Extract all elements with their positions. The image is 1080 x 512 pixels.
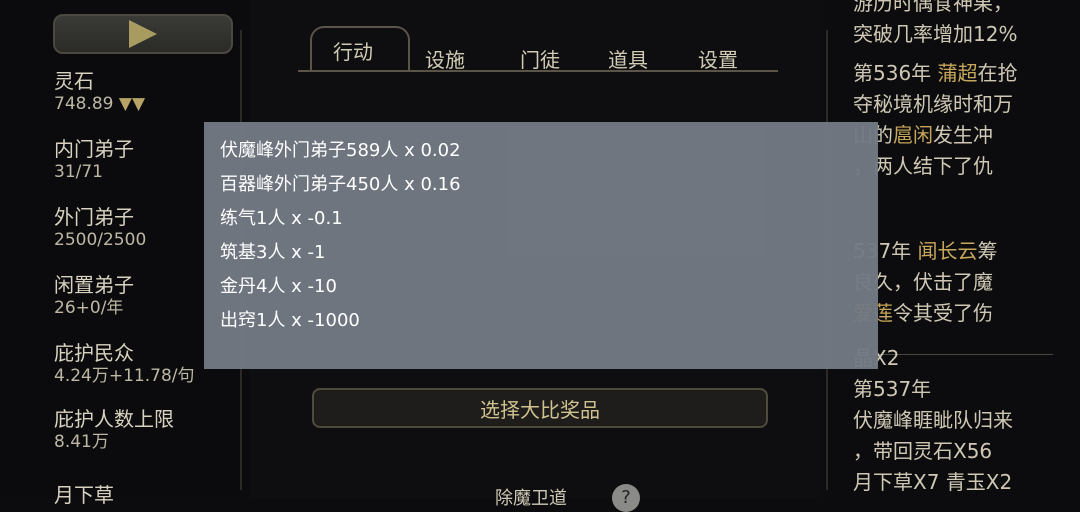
log-entry-537a: 537年 闻长云筹 良久，伏击了魔 爱莲令其受了伤 <box>853 239 998 325</box>
demon-guard-label: 除魔卫道 <box>495 488 567 509</box>
character-name: 闻长云 <box>917 239 978 263</box>
stat-partial: 月下草 <box>54 482 244 508</box>
help-icon[interactable]: ? <box>612 484 640 512</box>
log-entry-prev: 游历时偶食神果， 突破几率增加12% <box>853 0 1018 46</box>
select-prize-button[interactable]: 选择大比奖品 <box>312 388 768 428</box>
stat-label: 庇护人数上限 <box>54 407 174 431</box>
tab-settings[interactable]: 设置 <box>698 44 738 73</box>
log-entry-536: 第536年 蒲超在抢 夺秘境机缘时和万 山的扈闲发生冲 ，两人结下了仇 <box>853 61 1018 178</box>
tab-action[interactable]: 行动 <box>333 36 373 65</box>
tab-disciples[interactable]: 门徒 <box>520 44 560 73</box>
stat-label: 月下草 <box>54 483 114 507</box>
play-icon <box>129 20 157 48</box>
character-name: 蒲超 <box>937 61 978 85</box>
tooltip-row: 金丹4人 x -10 <box>220 276 337 297</box>
log-entry-537b: 晶X2 第537年 伏魔峰睚眦队归来 ，带回灵石X56 月下草X7 青玉X2 <box>853 346 1013 494</box>
play-button[interactable] <box>53 14 233 54</box>
stat-value: 4.24万+11.78/句 <box>54 366 195 386</box>
character-name: 扈闲 <box>893 123 933 147</box>
tooltip-row: 筑基3人 x -1 <box>220 242 326 263</box>
tooltip-row: 伏魔峰外门弟子589人 x 0.02 <box>220 140 461 161</box>
stat-label: 灵石 <box>54 69 94 93</box>
stat-value: 8.41万 <box>54 432 109 452</box>
tab-divider <box>298 70 778 72</box>
tab-facilities[interactable]: 设施 <box>425 44 465 73</box>
tooltip-row: 练气1人 x -0.1 <box>220 208 343 229</box>
tooltip-row: 出窍1人 x -1000 <box>220 310 360 331</box>
decrease-arrows-icon: ▼▼ <box>118 94 146 114</box>
stat-protection-limit: 庇护人数上限 8.41万 <box>54 406 244 452</box>
tooltip-row: 百器峰外门弟子450人 x 0.16 <box>220 174 461 195</box>
stat-spirit-stone: 灵石 748.89 ▼▼ <box>54 68 244 114</box>
stat-value: 748.89 <box>54 94 114 114</box>
tab-items[interactable]: 道具 <box>608 44 648 73</box>
breakdown-tooltip: 伏魔峰外门弟子589人 x 0.02 百器峰外门弟子450人 x 0.16 练气… <box>204 122 878 369</box>
